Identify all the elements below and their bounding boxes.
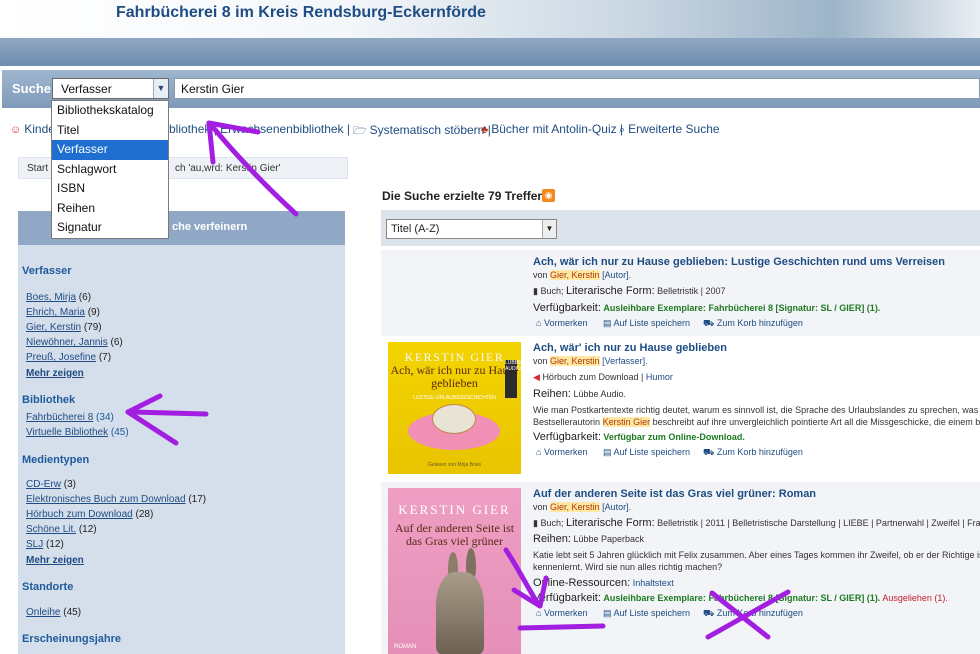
record-title[interactable]: Auf der anderen Seite ist das Gras viel … <box>533 488 816 500</box>
rss-icon[interactable]: ◉ <box>542 189 555 202</box>
link-kinderbibliothek[interactable]: ☺ Kinde <box>10 122 55 136</box>
search-field-dropdown: Bibliothekskatalog Titel Verfasser Schla… <box>51 100 169 239</box>
facet-item[interactable]: Elektronisches Buch zum Download (17) <box>26 494 206 505</box>
header-nav-strip <box>0 38 980 66</box>
facet-title-erscheinungsjahre: Erscheinungsjahre <box>22 633 122 645</box>
facet-item[interactable]: Onleihe (45) <box>26 607 81 618</box>
facet-item[interactable]: Virtuelle Bibliothek (45) <box>26 427 129 438</box>
record-series: Reihen: Lübbe Paperback <box>533 533 644 545</box>
record-description: Wie man Postkartentexte richtig deutet, … <box>533 405 980 415</box>
record-author: von Gier, Kerstin [Autor]. <box>533 270 632 280</box>
result-record: Ach, wär ich nur zu Hause geblieben: Lus… <box>381 250 980 336</box>
record-title[interactable]: Ach, wär ich nur zu Hause geblieben: Lus… <box>533 256 945 268</box>
record-availability: Verfügbarkeit: Ausleihbare Exemplare: Fa… <box>533 302 881 314</box>
record-form: ◀ Hörbuch zum Download | Humor <box>533 372 673 382</box>
smiley-icon: ☺ <box>10 124 22 136</box>
add-to-cart-button[interactable]: ⛟ Zum Korb hinzufügen <box>703 447 803 459</box>
book-icon: ▮ <box>533 518 538 528</box>
record-form: ▮ Buch; Literarische Form: Belletristik … <box>533 517 980 529</box>
chevron-down-icon[interactable]: ▼ <box>542 220 556 238</box>
save-to-list-button[interactable]: ▤ Auf Liste speichern <box>603 608 690 619</box>
save-to-list-button[interactable]: ▤ Auf Liste speichern <box>603 447 690 458</box>
magnifier-icon: ⌕ <box>619 124 626 136</box>
search-field-select[interactable]: Verfasser ▼ <box>52 78 169 99</box>
link-erweiterte-suche[interactable]: ⌕ Erweiterte Suche <box>619 122 720 137</box>
facet-item[interactable]: Preuß, Josefine (7) <box>26 352 111 363</box>
cover-image[interactable]: KERSTIN GIER Ach, wär ich nur zu Hause g… <box>388 342 521 474</box>
facet-title-medientypen: Medientypen <box>22 454 90 466</box>
record-author: von Gier, Kerstin [Autor]. <box>533 502 632 512</box>
more-button-verfasser[interactable]: Mehr zeigen <box>26 368 84 379</box>
add-to-cart-button[interactable]: ⛟ Zum Korb hinzufügen <box>703 318 803 330</box>
facet-title-bibliothek: Bibliothek <box>22 394 76 406</box>
facet-item[interactable]: Fahrbücherei 8 (34) <box>26 412 114 423</box>
result-record: KERSTIN GIER Ach, wär ich nur zu Hause g… <box>381 336 980 480</box>
result-record: KERSTIN GIER Auf der anderen Seite ist d… <box>381 482 980 654</box>
link-erwachsenenbibliothek[interactable]: bliothek | Erwachsenenbibliothek | <box>169 122 350 136</box>
facet-title-standorte: Standorte <box>22 581 74 593</box>
folder-icon: 🗁 <box>353 125 367 137</box>
facet-item[interactable]: Ehrich, Maria (9) <box>26 307 100 318</box>
link-antolin[interactable]: ♣ Bücher mit Antolin-Quiz | <box>481 122 623 136</box>
owl-icon: ♣ <box>481 124 489 136</box>
reserve-button[interactable]: ⌂ Vormerken <box>536 447 587 457</box>
facet-title-verfasser: Verfasser <box>22 265 72 277</box>
record-author: von Gier, Kerstin [Verfasser]. <box>533 356 648 366</box>
record-title[interactable]: Ach, wär' ich nur zu Hause geblieben <box>533 342 727 354</box>
breadcrumb-start[interactable]: Start <box>27 163 48 174</box>
record-availability: Verfügbarkeit: Ausleihbare Exemplare: Fa… <box>533 592 948 604</box>
record-online: Online-Ressourcen: Inhaltstext <box>533 577 674 589</box>
record-description: kennenlernt. Wird sie nun alles richtig … <box>533 562 723 572</box>
facet-item[interactable]: Hörbuch zum Download (28) <box>26 509 153 520</box>
facet-item[interactable]: SLJ (12) <box>26 539 64 550</box>
sort-bar: Titel (A-Z) ▼ <box>381 210 980 246</box>
site-title: Fahrbücherei 8 im Kreis Rendsburg-Eckern… <box>116 4 486 21</box>
dropdown-option-selected[interactable]: Verfasser <box>52 140 168 160</box>
search-input[interactable]: Kerstin Gier <box>174 78 980 99</box>
record-form: ▮ Buch; Literarische Form: Belletristik … <box>533 285 726 297</box>
cover-image[interactable]: KERSTIN GIER Auf der anderen Seite ist d… <box>388 488 521 654</box>
sort-select[interactable]: Titel (A-Z) ▼ <box>386 219 557 239</box>
breadcrumb-query: ch 'au,wrd: Kerstin Gier' <box>175 163 281 174</box>
dropdown-option[interactable]: Schlagwort <box>52 160 168 180</box>
record-description: Bestsellerautorin Kerstin Gier beschreib… <box>533 417 980 427</box>
dropdown-option[interactable]: Titel <box>52 121 168 141</box>
reserve-button[interactable]: ⌂ Vormerken <box>536 318 587 328</box>
facet-item[interactable]: CD-Erw (3) <box>26 479 76 490</box>
site-header: Fahrbücherei 8 im Kreis Rendsburg-Eckern… <box>0 0 980 66</box>
facet-item[interactable]: Boes, Mirja (6) <box>26 292 91 303</box>
reserve-button[interactable]: ⌂ Vormerken <box>536 608 587 618</box>
record-description: Katie lebt seit 5 Jahren glücklich mit F… <box>533 550 980 560</box>
chevron-down-icon[interactable]: ▼ <box>153 79 168 98</box>
record-series: Reihen: Lübbe Audio. <box>533 388 626 400</box>
dropdown-option[interactable]: Bibliothekskatalog <box>52 101 168 121</box>
save-to-list-button[interactable]: ▤ Auf Liste speichern <box>603 318 690 329</box>
facet-item[interactable]: Gier, Kerstin (79) <box>26 322 102 333</box>
link-systematisch[interactable]: 🗁 Systematisch stöbern | <box>353 122 491 141</box>
dropdown-option[interactable]: ISBN <box>52 179 168 199</box>
add-to-cart-button[interactable]: ⛟ Zum Korb hinzufügen <box>703 608 803 620</box>
search-field-value: Verfasser <box>61 82 112 96</box>
speaker-icon: ◀ <box>533 372 540 382</box>
more-button-medientypen[interactable]: Mehr zeigen <box>26 555 84 566</box>
facet-item[interactable]: Schöne Lit. (12) <box>26 524 97 535</box>
refine-sidebar: che verfeinern Verfasser Boes, Mirja (6)… <box>18 211 345 654</box>
search-query: Kerstin Gier <box>181 82 245 96</box>
result-count: Die Suche erzielte 79 Treffer. <box>382 189 545 203</box>
book-icon: ▮ <box>533 286 538 296</box>
facet-item[interactable]: Niewöhner, Jannis (6) <box>26 337 123 348</box>
dropdown-option[interactable]: Reihen <box>52 199 168 219</box>
record-availability: Verfügbarkeit: Verfügbar zum Online-Down… <box>533 431 745 443</box>
search-label: Suche <box>12 81 52 96</box>
dropdown-option[interactable]: Signatur <box>52 218 168 238</box>
